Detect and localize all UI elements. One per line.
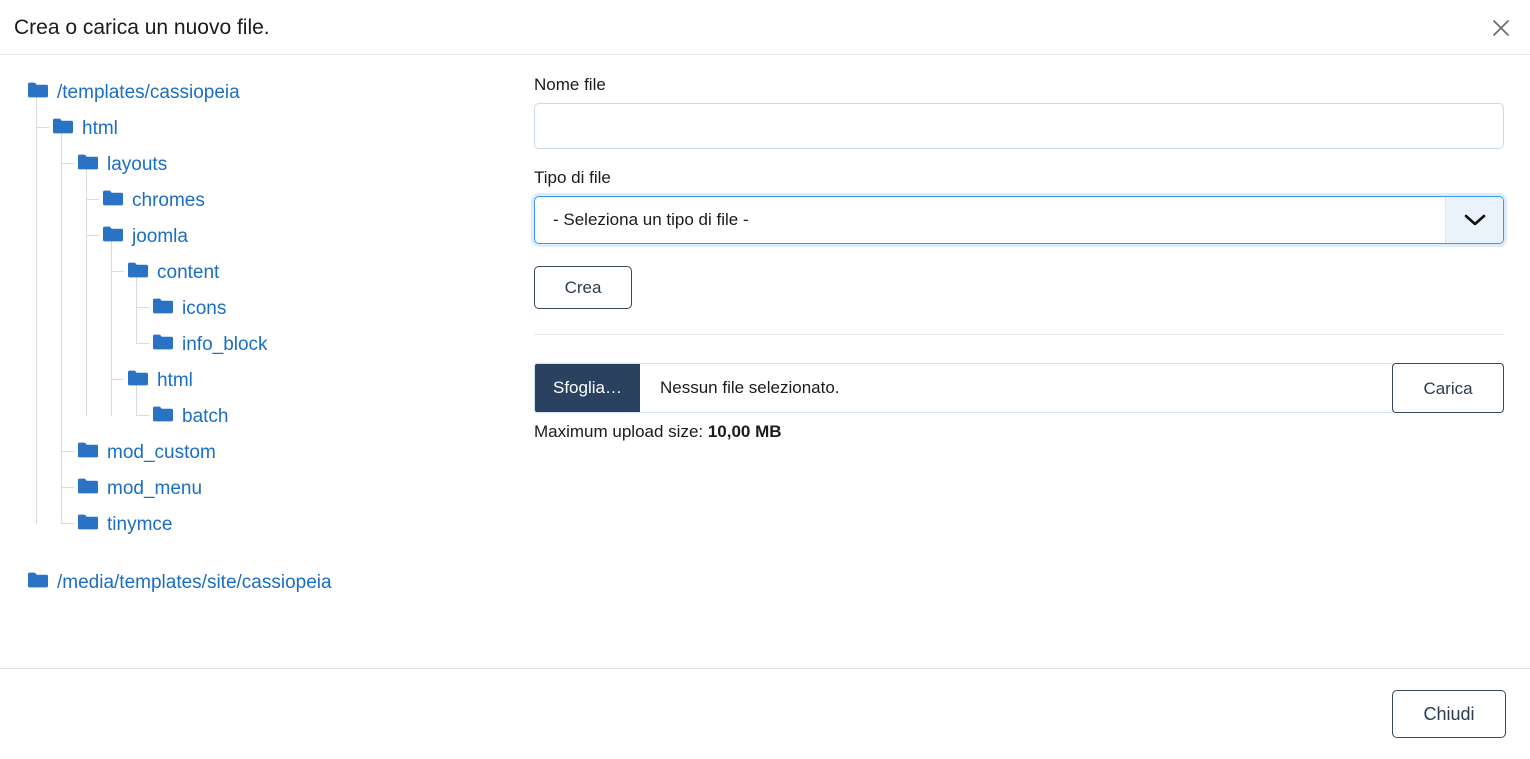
create-button[interactable]: Crea [534,266,632,309]
tree-node-media-cassiopeia: /media/templates/site/cassiopeia [28,564,520,600]
folder-label: joomla [132,225,188,247]
folder-label: info_block [182,333,268,355]
max-upload-size-value: 10,00 MB [707,422,782,441]
tree-node-icons: icons [136,290,520,326]
folder-label: html [157,369,193,391]
tree-root-spacer [28,542,520,564]
folder-label: icons [182,297,227,319]
tree-node-mod-menu: mod_menu [61,470,520,506]
dialog-footer: Chiudi [0,668,1530,759]
folder-icon [153,298,173,318]
max-upload-size-text: Maximum upload size: 10,00 MB [534,422,1504,442]
close-button[interactable]: Chiudi [1392,690,1506,738]
folder-icon [78,514,98,534]
close-icon [1490,17,1512,39]
folder-label: /templates/cassiopeia [57,81,240,103]
filename-input[interactable] [534,103,1504,149]
tree-node-layouts: layouts [61,146,520,182]
folder-icon [53,118,73,138]
folder-link-batch[interactable]: batch [153,406,228,426]
tree-node-mod-custom: mod_custom [61,434,520,470]
folder-link-joomla[interactable]: joomla [103,226,188,246]
folder-icon [78,478,98,498]
tree-children-level-3: chromes joomla content icons info_block … [78,164,520,438]
dialog-body: /templates/cassiopeia html layouts chrom… [0,56,1530,668]
folder-link-tinymce[interactable]: tinymce [78,514,172,534]
folder-link-info-block[interactable]: info_block [153,334,268,354]
folder-link-mod-custom[interactable]: mod_custom [78,442,216,462]
folder-link-icons[interactable]: icons [153,298,226,318]
filetype-selected-value: - Seleziona un tipo di file - [553,210,749,229]
upload-button[interactable]: Carica [1392,363,1504,413]
folder-label: chromes [132,189,205,211]
tree-node-joomla: joomla [86,218,520,254]
tree-node-batch: batch [136,398,520,438]
folder-icon [78,442,98,462]
folder-icon [103,190,123,210]
folder-icon [28,82,48,102]
tree-children-level-5: icons info_block [128,272,520,366]
folder-link-joomla-html[interactable]: html [128,370,193,390]
folder-icon [78,154,98,174]
selected-file-status: Nessun file selezionato. [659,378,840,397]
tree-group-templates: /templates/cassiopeia html layouts chrom… [28,74,520,546]
folder-link-chromes[interactable]: chromes [103,190,205,210]
filename-label: Nome file [534,75,606,94]
folder-icon [128,262,148,282]
browse-button[interactable]: Sfoglia… [535,364,640,412]
tree-node-chromes: chromes [86,182,520,218]
create-or-upload-file-dialog: Crea o carica un nuovo file. /templates/… [0,0,1530,759]
dialog-header: Crea o carica un nuovo file. [0,0,1530,55]
upload-row: Sfoglia… Nessun file selezionato. Carica [534,363,1504,413]
tree-node-joomla-html: html [111,362,520,398]
filetype-label: Tipo di file [534,168,611,187]
folder-link-layouts[interactable]: layouts [78,154,167,174]
folder-icon [153,334,173,354]
page-title: Crea o carica un nuovo file. [14,15,270,39]
folder-label: mod_custom [107,441,216,463]
tree-children-level-4: content icons info_block html batch [103,236,520,438]
folder-label: batch [182,405,229,427]
tree-node-tinymce: tinymce [61,506,520,546]
tree-node-templates-cassiopeia: /templates/cassiopeia [28,74,520,110]
filetype-select[interactable]: - Seleziona un tipo di file - [534,196,1504,244]
section-divider [534,334,1504,335]
tree-node-content: content [111,254,520,290]
folder-label: mod_menu [107,477,203,499]
tree-children-level-2: layouts chromes joomla content icons inf… [53,128,520,546]
tree-group-media: /media/templates/site/cassiopeia [28,564,520,600]
folder-label: content [157,261,220,283]
folder-link-html[interactable]: html [53,118,118,138]
folder-label: tinymce [107,513,173,535]
folder-label: html [82,117,118,139]
folder-link-mod-menu[interactable]: mod_menu [78,478,202,498]
folder-icon [153,406,173,426]
close-icon-button[interactable] [1484,11,1518,45]
folder-icon [28,572,48,592]
folder-icon [103,226,123,246]
file-form-panel: Nome file Tipo di file - Seleziona un ti… [534,56,1504,442]
tree-children-level-5b: batch [128,380,520,438]
tree-node-info-block: info_block [136,326,520,366]
tree-children-level-1: html layouts chromes joomla content icon… [28,92,520,546]
chevron-down-icon [1445,197,1503,243]
folder-icon [128,370,148,390]
folder-label: layouts [107,153,168,175]
folder-link-media-cassiopeia[interactable]: /media/templates/site/cassiopeia [28,572,332,592]
file-input[interactable]: Sfoglia… Nessun file selezionato. [534,363,1393,413]
tree-node-html: html [36,110,520,146]
max-upload-size-prefix: Maximum upload size: [534,422,708,441]
tree-root-list: /templates/cassiopeia html layouts chrom… [0,74,520,600]
folder-link-content[interactable]: content [128,262,219,282]
folder-label: /media/templates/site/cassiopeia [57,571,332,593]
folder-tree: /templates/cassiopeia html layouts chrom… [0,56,520,600]
create-button-row: Crea [534,244,1504,309]
folder-link-templates-cassiopeia[interactable]: /templates/cassiopeia [28,82,240,102]
